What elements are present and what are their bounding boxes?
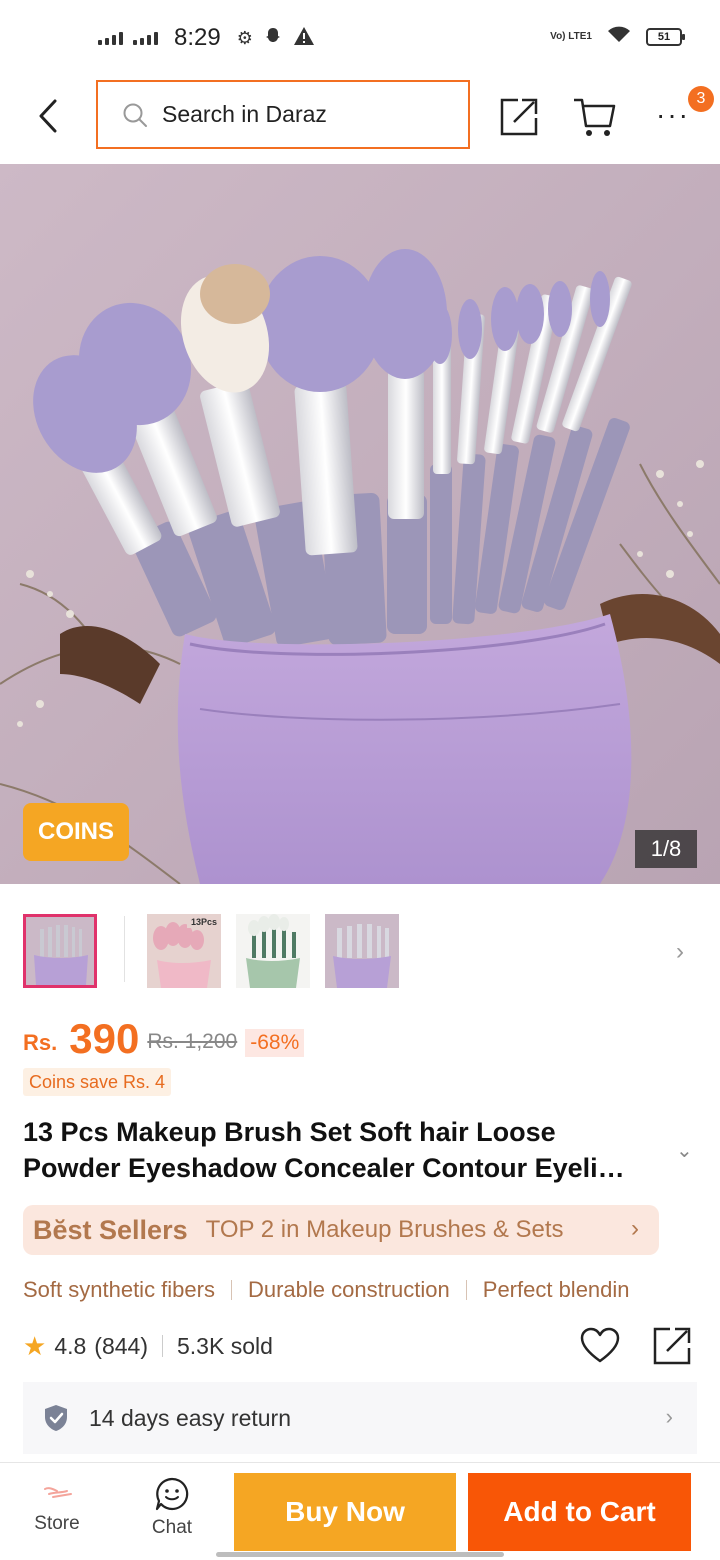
home-indicator[interactable] — [216, 1552, 504, 1557]
thumbnail-2-label: 13Pcs — [191, 917, 217, 927]
feature-divider — [465, 1280, 467, 1300]
signal-icon-2 — [133, 31, 158, 45]
best-sellers-text: TOP 2 in Makeup Brushes & Sets — [205, 1216, 564, 1243]
image-counter: 1/8 — [635, 830, 697, 868]
thumbnail-divider — [124, 916, 125, 982]
status-left: 8:29 ⚙ — [98, 22, 315, 54]
chat-label: Chat — [151, 1517, 193, 1538]
title-expand-chevron-icon[interactable]: ⌄ — [676, 1138, 693, 1163]
thumbnail-4[interactable] — [325, 914, 399, 988]
status-right: Vo) LTE1 51 — [550, 24, 685, 50]
snapchat-icon — [263, 26, 283, 51]
product-image-gallery[interactable]: COINS 1/8 — [0, 164, 720, 884]
share-icon — [500, 98, 538, 136]
return-policy-text: 14 days easy return — [89, 1404, 292, 1431]
notification-badge: 3 — [688, 86, 714, 112]
rating-value: 4.8 — [54, 1332, 87, 1359]
chevron-right-icon: › — [665, 1404, 673, 1429]
best-sellers-logo: Bĕst Sellers — [33, 1214, 188, 1245]
thumbnail-1[interactable] — [23, 914, 97, 988]
status-time: 8:29 — [174, 24, 221, 51]
thumbnail-2[interactable]: 13Pcs — [147, 914, 221, 988]
shield-check-icon — [45, 1405, 67, 1431]
feature-divider — [230, 1280, 232, 1300]
thumbnails-next-chevron-icon[interactable]: › — [676, 938, 684, 966]
battery-icon: 51 — [646, 28, 685, 46]
product-title-line-2: Powder Eyeshadow Concealer Contour Eyeli… — [23, 1153, 625, 1183]
volte-icon: Vo) LTE1 — [550, 31, 592, 42]
share-product-button[interactable] — [652, 1326, 692, 1366]
feature-item: Soft synthetic fibers — [23, 1277, 215, 1302]
chevron-left-icon — [39, 99, 57, 133]
product-photo — [0, 164, 720, 884]
buy-now-button[interactable]: Buy Now — [234, 1473, 456, 1551]
cart-icon — [574, 98, 616, 136]
store-label: Store — [34, 1513, 80, 1534]
feature-item: Durable construction — [247, 1277, 450, 1302]
search-placeholder: Search in Daraz — [162, 101, 327, 127]
price-row: Rs. 390 Rs. 1,200 -68% — [23, 1012, 305, 1062]
settings-gear-icon: ⚙ — [236, 27, 253, 48]
store-icon — [44, 1487, 72, 1498]
heart-icon — [580, 1327, 620, 1363]
wifi-icon — [606, 24, 632, 50]
bottom-action-bar: Store Chat Buy Now Add to Cart — [0, 1462, 720, 1560]
more-menu-button[interactable]: ··· 3 — [650, 86, 714, 138]
current-price: 390 — [69, 1015, 140, 1062]
more-dots-icon: ··· — [656, 99, 690, 130]
share-icon — [653, 1327, 691, 1365]
add-to-cart-button[interactable]: Add to Cart — [468, 1473, 691, 1551]
wishlist-button[interactable] — [580, 1326, 620, 1366]
return-policy-row[interactable]: 14 days easy return › — [23, 1382, 697, 1454]
product-title-line-1: 13 Pcs Makeup Brush Set Soft hair Loose — [23, 1117, 556, 1147]
rating-divider — [162, 1335, 163, 1357]
star-icon: ★ — [23, 1330, 47, 1361]
rating-row[interactable]: ★ 4.8 (844) 5.3K sold — [23, 1328, 273, 1364]
search-icon — [123, 103, 147, 127]
search-input[interactable]: Search in Daraz — [96, 80, 470, 149]
thumbnail-3[interactable] — [236, 914, 310, 988]
sold-count: 5.3K sold — [177, 1332, 273, 1359]
signal-icon — [98, 31, 123, 45]
chat-button[interactable]: Chat — [132, 1477, 212, 1547]
back-button[interactable] — [26, 94, 70, 138]
original-price: Rs. 1,200 — [147, 1030, 238, 1053]
product-title[interactable]: 13 Pcs Makeup Brush Set Soft hair Loose … — [23, 1114, 663, 1186]
feature-item: Perfect blendin — [482, 1277, 630, 1302]
best-sellers-banner[interactable]: Bĕst Sellers TOP 2 in Makeup Brushes & S… — [23, 1205, 659, 1255]
top-nav: Search in Daraz ··· 3 — [0, 72, 720, 164]
cart-button[interactable] — [572, 94, 618, 138]
discount-badge: -68% — [245, 1029, 305, 1057]
coins-badge: COINS — [23, 803, 129, 861]
rating-count: (844) — [94, 1332, 148, 1359]
price-currency: Rs. — [23, 1030, 58, 1055]
coins-save-tag: Coins save Rs. 4 — [23, 1068, 172, 1096]
thumbnail-strip: 13Pcs › — [0, 898, 720, 1002]
store-button[interactable]: Store — [17, 1477, 97, 1547]
share-button[interactable] — [496, 94, 540, 138]
chevron-right-icon: › — [631, 1215, 639, 1242]
warning-icon — [293, 26, 315, 51]
feature-highlights: Soft synthetic fibers Durable constructi… — [23, 1272, 720, 1308]
chat-icon — [155, 1477, 189, 1511]
status-bar: 8:29 ⚙ Vo) LTE1 51 — [0, 0, 720, 72]
